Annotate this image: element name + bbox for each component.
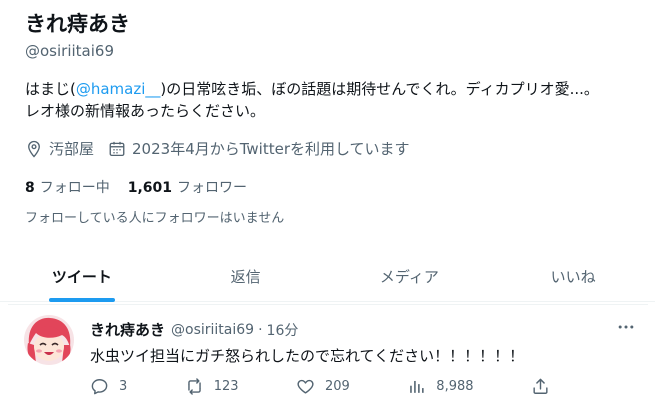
tweet-actions: 3 123 209 8,988 [90, 377, 560, 396]
bio-text-prefix: はまじ( [25, 80, 76, 98]
tweet-item[interactable]: きれ痔あき @osiriitai69 · 16分 水虫ツイ担当にガチ怒られしたの… [8, 304, 648, 417]
tweet-text: 水虫ツイ担当にガチ怒られしたので忘れてください！！！！！！ [90, 347, 525, 365]
tweet-header: きれ痔あき @osiriitai69 · 16分 [90, 319, 298, 340]
followers-label: フォロワー [177, 180, 248, 196]
views-button[interactable]: 8,988 [407, 377, 474, 396]
profile-meta: 汚部屋 2023年4月からTwitterを利用しています [25, 138, 424, 159]
profile-handle: @osiriitai69 [25, 42, 114, 60]
bio-text-line2: レオ様の新情報あったらください。 [25, 102, 266, 120]
tab-media[interactable]: メディア [328, 252, 492, 301]
bio-text-middle: )の日常呟き垢、ぼの話題は期待せんでくれ。ディカプリオ愛...。 [160, 80, 599, 98]
following-link[interactable]: 8 フォロー中 [25, 177, 110, 197]
tweet-timestamp[interactable]: 16分 [267, 320, 299, 340]
follow-stats: 8 フォロー中 1,601 フォロワー [25, 177, 265, 197]
followers-link[interactable]: 1,601 フォロワー [128, 177, 247, 197]
more-options-button[interactable] [616, 317, 636, 341]
separator-dot: · [258, 321, 263, 338]
followers-count: 1,601 [127, 180, 173, 196]
calendar-icon [109, 141, 125, 156]
more-icon [618, 325, 634, 329]
like-button[interactable]: 209 [296, 377, 350, 396]
joined-item: 2023年4月からTwitterを利用しています [108, 138, 410, 159]
tab-tweets[interactable]: ツイート [0, 252, 164, 301]
tweet-author-name[interactable]: きれ痔あき [90, 319, 165, 340]
reply-count: 3 [119, 379, 128, 394]
views-count: 8,988 [436, 379, 474, 394]
following-label: フォロー中 [39, 180, 110, 196]
share-button[interactable] [531, 377, 560, 396]
location-pin-icon [28, 140, 40, 158]
retweet-count: 123 [213, 379, 239, 394]
like-count: 209 [325, 379, 350, 394]
heart-icon [297, 379, 314, 394]
following-count: 8 [25, 180, 35, 196]
tweet-author-handle[interactable]: @osiriitai69 [171, 322, 254, 338]
reply-icon [91, 379, 108, 395]
analytics-icon [410, 380, 424, 393]
bio-mention-link[interactable]: @hamazi__ [76, 80, 161, 98]
avatar[interactable] [24, 315, 74, 365]
followers-you-know-note: フォローしている人にフォロワーはいません [25, 211, 285, 226]
retweet-button[interactable]: 123 [185, 377, 239, 396]
location-item: 汚部屋 [25, 138, 94, 159]
share-icon [533, 378, 548, 394]
location-text: 汚部屋 [49, 140, 95, 158]
avatar-illustration [24, 315, 74, 365]
retweet-icon [187, 378, 201, 395]
reply-button[interactable]: 3 [90, 377, 127, 396]
joined-text: 2023年4月からTwitterを利用しています [132, 140, 410, 158]
profile-bio: はまじ(@hamazi__)の日常呟き垢、ぼの話題は期待せんでくれ。ディカプリオ… [25, 78, 645, 122]
display-name: きれ痔あき [25, 12, 130, 36]
tab-replies[interactable]: 返信 [164, 252, 328, 301]
tab-likes[interactable]: いいね [491, 252, 655, 301]
profile-tabs: ツイート 返信 メディア いいね [0, 252, 655, 302]
